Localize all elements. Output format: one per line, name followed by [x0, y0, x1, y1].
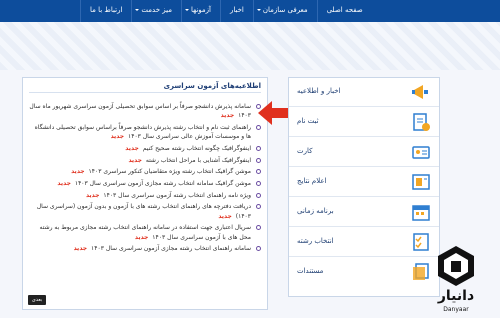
announcement-item[interactable]: سامانه راهنمای انتخاب رشته مجازی آزمون س… [29, 244, 261, 253]
announcement-text[interactable]: ویژه نامه راهنمای انتخاب رشته آزمون سراس… [103, 192, 251, 199]
announcement-item[interactable]: موشن گرافیک انتخاب رشته ویژه متقاضیان کن… [29, 167, 261, 176]
header-pattern [0, 22, 500, 70]
bullet-icon [256, 169, 261, 175]
announcement-text[interactable]: موشن گرافیک انتخاب رشته ویژه متقاضیان کن… [89, 168, 251, 175]
new-badge: جدید [85, 191, 100, 199]
new-badge: جدید [218, 212, 232, 220]
announcement-text[interactable]: سامانه راهنمای انتخاب رشته مجازی آزمون س… [91, 245, 251, 252]
announcement-item[interactable]: سامانه پذیرش دانشجو صرفاً بر اساس سوابق … [29, 102, 261, 121]
sidebar-item-schedule[interactable]: برنامه زمانی [289, 198, 439, 227]
bullet-icon [256, 192, 261, 198]
logo-text: دانیار [437, 288, 474, 304]
nav-item-about[interactable]: معرفی سازمان [252, 0, 317, 22]
announcement-item[interactable]: اینفوگرافیک آشنایی با مراحل انتخاب رشته … [29, 156, 261, 165]
sidebar-item-label: اخبار و اطلاعیه [297, 87, 341, 95]
announcement-item[interactable]: اینفوگرافیک چگونه انتخاب رشته صحیح کنیم … [29, 144, 261, 153]
new-badge: جدید [73, 245, 88, 253]
results-icon [412, 174, 430, 190]
sidebar-item-results[interactable]: اعلام نتایج [289, 168, 439, 197]
sidebar-item-label: انتخاب رشته [297, 237, 334, 245]
new-badge: جدید [57, 180, 71, 188]
bullet-icon [256, 225, 261, 231]
registration-form-icon [413, 113, 430, 131]
announcements-panel: اطلاعیه‌های آزمون سراسری سامانه پذیرش دا… [22, 77, 268, 310]
announcement-text[interactable]: اینفوگرافیک آشنایی با مراحل انتخاب رشته [146, 157, 251, 164]
new-badge: جدید [110, 133, 125, 141]
sidebar-item-news[interactable]: اخبار و اطلاعیه [289, 78, 439, 107]
bullet-icon [256, 204, 261, 210]
bullet-icon [256, 124, 261, 130]
bullet-icon [256, 181, 261, 187]
calendar-icon [412, 205, 430, 221]
bullet-icon [256, 246, 261, 252]
next-button[interactable]: بعدی [28, 295, 46, 305]
announcement-text[interactable]: سامانه پذیرش دانشجو صرفاً بر اساس سوابق … [29, 103, 251, 119]
sidebar-item-label: برنامه زمانی [297, 207, 334, 215]
main-menu: صفحه اصلی معرفی سازمان اخبار آزمونها میز… [80, 0, 372, 22]
title-divider [29, 92, 261, 93]
new-badge: جدید [125, 144, 139, 152]
sidebar-item-label: اعلام نتایج [297, 177, 327, 185]
announcement-item[interactable]: راهنمای ثبت نام و انتخاب رشته پذیرش دانش… [29, 123, 261, 142]
sidebar-item-label: مستندات [297, 267, 324, 275]
bullet-icon [256, 145, 261, 151]
sidebar-item-label: ثبت نام [297, 117, 319, 125]
new-badge: جدید [71, 168, 85, 176]
logo-subtext: Danyaar [443, 306, 469, 313]
sidebar-item-registration[interactable]: ثبت نام [289, 108, 439, 137]
nav-item-home[interactable]: صفحه اصلی [316, 0, 372, 22]
sidebar-item-card[interactable]: کارت [289, 138, 439, 167]
new-badge: جدید [128, 156, 142, 164]
nav-item-exams[interactable]: آزمونها [180, 0, 220, 22]
danyaar-logo: دانیار Danyaar [437, 246, 474, 313]
announcement-item[interactable]: سریال اعتباری جهت استفاده در سامانه راهن… [29, 223, 261, 242]
announcement-text[interactable]: اینفوگرافیک چگونه انتخاب رشته صحیح کنیم [143, 145, 251, 152]
announcement-item[interactable]: دریافت دفترچه های راهنمای انتخاب رشته ها… [29, 202, 261, 221]
new-badge: جدید [220, 112, 235, 120]
top-navigation-bar: صفحه اصلی معرفی سازمان اخبار آزمونها میز… [0, 0, 500, 22]
screen: صفحه اصلی معرفی سازمان اخبار آزمونها میز… [0, 0, 500, 318]
sidebar-item-label: کارت [297, 147, 313, 155]
announcement-text[interactable]: موشن گرافیک سامانه انتخاب رشته مجازی آزم… [75, 180, 251, 187]
new-badge: جدید [134, 233, 149, 241]
nav-item-service-desk[interactable]: میز خدمت [131, 0, 181, 22]
announcement-item[interactable]: موشن گرافیک سامانه انتخاب رشته مجازی آزم… [29, 179, 261, 188]
announcement-text[interactable]: راهنمای ثبت نام و انتخاب رشته پذیرش دانش… [35, 124, 251, 140]
nav-item-contact[interactable]: ارتباط با ما [80, 0, 131, 22]
announcements-list: سامانه پذیرش دانشجو صرفاً بر اساس سوابق … [29, 102, 261, 256]
announcement-item[interactable]: ویژه نامه راهنمای انتخاب رشته آزمون سراس… [29, 191, 261, 200]
nav-item-news[interactable]: اخبار [219, 0, 253, 22]
id-card-icon [412, 146, 430, 159]
megaphone-icon [412, 85, 428, 99]
announcements-title: اطلاعیه‌های آزمون سراسری [163, 82, 261, 90]
bullet-icon [256, 157, 261, 163]
